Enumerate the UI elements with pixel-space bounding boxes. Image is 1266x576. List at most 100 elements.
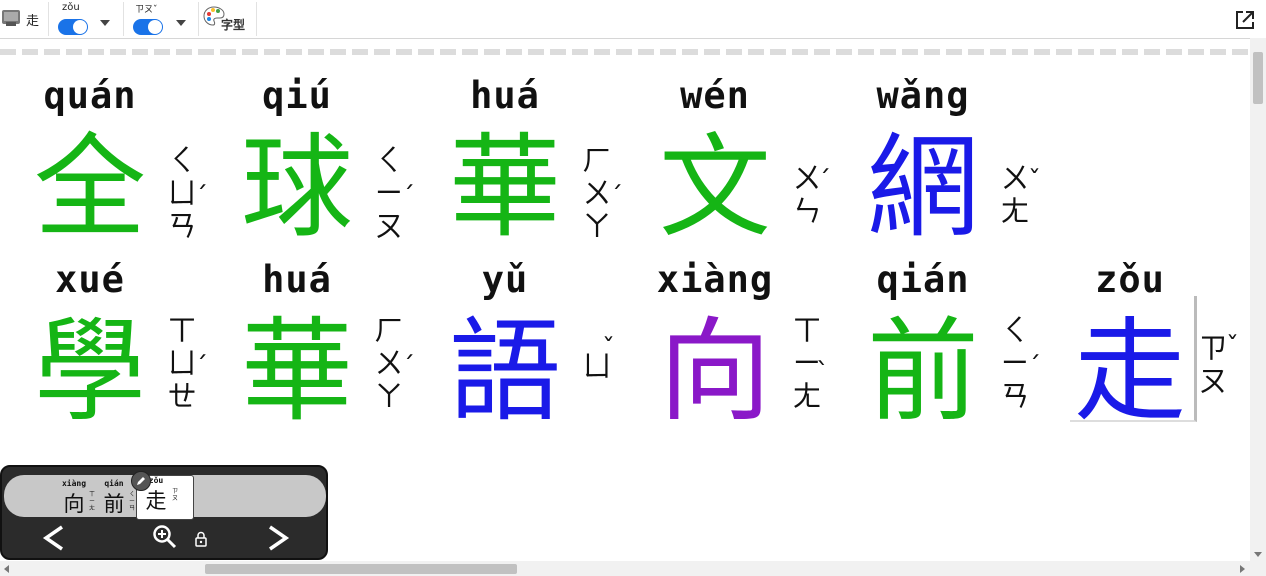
tone-mark: ˋ <box>816 358 829 388</box>
tone-mark: ˇ <box>1028 166 1041 196</box>
bopomofo-symbol: ㄣ <box>792 194 822 228</box>
toolbar: 走 zǒu ㄗㄡˇ 字型 <box>0 0 1266 39</box>
pinyin-toggle-label: zǒu <box>62 2 80 13</box>
char-cell-selected[interactable]: zǒu 走 ㄗ ㄡ ˇ <box>1060 258 1250 438</box>
bopomofo-symbol: ㄡ <box>1198 364 1228 398</box>
zhuyin-toggle-label: ㄗㄡˇ <box>135 5 158 15</box>
bopomofo-symbol: ㄗ <box>1198 331 1228 365</box>
bopomofo-symbol: ㄒ <box>167 313 197 347</box>
dashed-ruler <box>0 49 1250 55</box>
bopomofo-symbol: ㄑ <box>167 143 197 177</box>
pinyin-label: yǔ <box>481 258 529 301</box>
char-cell[interactable]: huá 華 ㄏ ㄨ ㄚ ˊ <box>430 74 630 254</box>
toolbar-divider <box>198 2 199 36</box>
tone-mark: ˊ <box>195 182 208 212</box>
mini-hanzi: 前 <box>103 492 125 516</box>
tone-mark: ˇ <box>1226 332 1239 362</box>
hanzi-glyph: 全 <box>34 123 146 253</box>
pinyin-label: huá <box>470 74 540 117</box>
pinyin-label: wǎng <box>876 74 970 117</box>
pinyin-toggle[interactable] <box>58 19 88 35</box>
tone-mark: ˊ <box>610 182 623 212</box>
bopomofo-symbol: ㄨ <box>1000 161 1030 195</box>
char-cell[interactable]: xiàng 向 ㄒ ㄧ ㄤ ˋ <box>640 258 840 438</box>
mini-pinyin: xiàng <box>61 479 87 488</box>
bopomofo-symbol: ㄝ <box>167 379 197 413</box>
bopomofo-symbol: ㄨ <box>374 346 404 380</box>
tone-mark: ˊ <box>402 182 415 212</box>
bopomofo-column: ㄑ ㄧ ㄡ <box>372 144 406 243</box>
zhuyin-toggle[interactable] <box>133 19 163 35</box>
char-cell[interactable]: wǎng 網 ㄨ ㄤ ˇ <box>848 74 1048 254</box>
char-cell[interactable]: yǔ 語 ㄩ ˇ <box>430 258 630 438</box>
hanzi-glyph: 向 <box>659 307 771 437</box>
bopomofo-symbol: ㄑ <box>1000 313 1030 347</box>
bopomofo-symbol: ㄢ <box>167 209 197 243</box>
zoom-in-icon[interactable] <box>152 524 178 550</box>
tone-mark: ˇ <box>602 334 615 364</box>
char-cell[interactable]: huá 華 ㄏ ㄨ ㄚ ˊ <box>222 258 422 438</box>
pinyin-dropdown-caret-icon[interactable] <box>100 20 110 26</box>
bopomofo-symbol: ㄢ <box>1000 379 1030 413</box>
tone-mark: ˊ <box>402 352 415 382</box>
hanzi-glyph: 華 <box>449 123 561 253</box>
mini-pinyin: qián <box>104 479 124 488</box>
bopomofo-symbol: ㄨ <box>582 176 612 210</box>
bopomofo-symbol: ㄚ <box>374 379 404 413</box>
char-cell[interactable]: qián 前 ㄑ ㄧ ㄢ ˊ <box>848 258 1048 438</box>
pinyin-label: quán <box>43 74 137 117</box>
tone-mark: ˊ <box>818 166 831 196</box>
bopomofo-column: ㄑ ㄧ ㄢ <box>998 314 1032 413</box>
vertical-scrollbar[interactable] <box>1250 38 1266 561</box>
tone-mark: ˊ <box>1028 352 1041 382</box>
mini-hanzi: 向 <box>63 492 85 516</box>
horizontal-scroll-thumb[interactable] <box>205 564 517 574</box>
edit-pencil-icon[interactable] <box>131 471 151 491</box>
current-character: 走 <box>26 14 40 29</box>
pinyin-label: huá <box>262 258 332 301</box>
mini-char[interactable]: xiàng 向 ㄒㄧㄤ <box>58 479 98 516</box>
app-icon[interactable] <box>2 9 22 27</box>
bopomofo-column: ㄏ ㄨ ㄚ <box>580 144 614 243</box>
hanzi-glyph: 網 <box>867 123 979 253</box>
next-arrow-icon[interactable] <box>262 523 292 553</box>
bopomofo-symbol: ㄏ <box>582 143 612 177</box>
tone-mark: ˊ <box>195 352 208 382</box>
hanzi-glyph: 球 <box>241 123 353 253</box>
bopomofo-symbol: ㄏ <box>374 313 404 347</box>
bopomofo-column: ㄗ ㄡ <box>1196 332 1230 398</box>
zhuyin-dropdown-caret-icon[interactable] <box>176 20 186 26</box>
bopomofo-column: ㄒ ㄩ ㄝ <box>165 314 199 413</box>
pinyin-label: wén <box>680 74 750 117</box>
bopomofo-column: ㄑ ㄩ ㄢ <box>165 144 199 243</box>
font-style-label: 字型 <box>221 18 246 32</box>
previous-arrow-icon[interactable] <box>40 523 70 553</box>
bopomofo-symbol: ㄒ <box>792 313 822 347</box>
pinyin-label: xué <box>55 258 125 301</box>
horizontal-scrollbar[interactable] <box>0 561 1266 576</box>
char-cell[interactable]: wén 文 ㄨ ㄣ ˊ <box>640 74 840 254</box>
bopomofo-symbol: ㄩ <box>167 346 197 380</box>
hanzi-glyph: 文 <box>659 123 771 253</box>
lock-icon[interactable] <box>195 531 207 547</box>
pinyin-label: qián <box>876 258 970 301</box>
bopomofo-symbol: ㄧ <box>1000 346 1030 380</box>
vertical-scroll-thumb[interactable] <box>1253 52 1263 104</box>
bopomofo-symbol: ㄤ <box>1000 194 1030 228</box>
char-cell[interactable]: xué 學 ㄒ ㄩ ㄝ ˊ <box>15 258 215 438</box>
scroll-right-arrow-icon[interactable] <box>1240 565 1245 573</box>
hanzi-glyph: 走 <box>1074 307 1186 437</box>
scroll-left-arrow-icon[interactable] <box>4 565 9 573</box>
bopomofo-symbol: ㄡ <box>374 209 404 243</box>
scroll-down-arrow-icon[interactable] <box>1254 552 1262 557</box>
hanzi-glyph: 前 <box>867 307 979 437</box>
mini-bopomofo: ㄗㄡ <box>172 488 179 502</box>
pinyin-label: qiú <box>262 74 332 117</box>
pinyin-label: xiàng <box>656 258 774 301</box>
bopomofo-symbol: ㄑ <box>374 143 404 177</box>
bopomofo-symbol: ㄚ <box>582 209 612 243</box>
char-cell[interactable]: qiú 球 ㄑ ㄧ ㄡ ˊ <box>222 74 422 254</box>
char-cell[interactable]: quán 全 ㄑ ㄩ ㄢ ˊ <box>15 74 215 254</box>
bopomofo-column: ㄨ ㄤ <box>998 162 1032 228</box>
open-external-icon[interactable] <box>1234 9 1256 31</box>
